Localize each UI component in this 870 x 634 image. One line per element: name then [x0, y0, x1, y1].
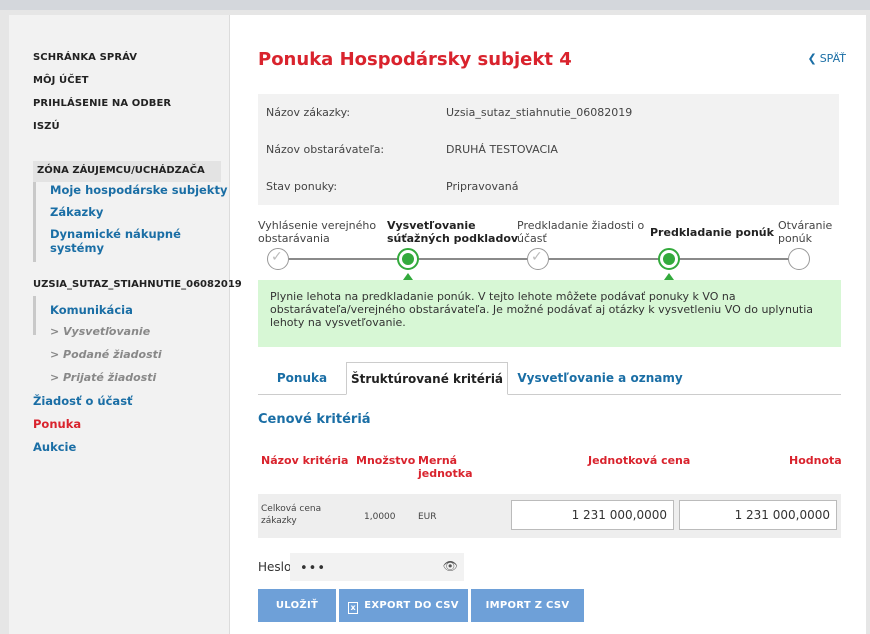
sidebar-link-account[interactable]: MÔJ ÚČET [33, 75, 89, 86]
page-title: Ponuka Hospodársky subjekt 4 [258, 49, 572, 70]
step-marker-icon [403, 273, 413, 280]
sidebar-subitem-clarification[interactable]: > Vysvetľovanie [50, 325, 150, 338]
password-label: Heslo [258, 560, 292, 574]
step-marker-icon [664, 273, 674, 280]
password-field[interactable]: ••• 👁 [290, 553, 464, 581]
unit-price-input[interactable]: 1 231 000,0000 [511, 500, 674, 530]
sidebar-link-inbox[interactable]: SCHRÁNKA SPRÁV [33, 52, 137, 63]
info-value: Pripravovaná [446, 180, 519, 193]
step-label: Vyhlásenie verejného obstarávania [258, 219, 377, 245]
criterion-name: Celková cena zákazky [261, 504, 322, 526]
file-excel-icon: x [348, 602, 359, 614]
eye-icon[interactable]: 👁 [443, 559, 458, 573]
tab-clarification-notices[interactable]: Vysvetľovanie a oznamy [510, 362, 690, 395]
tab-structured-criteria[interactable]: Štruktúrované kritériá [346, 362, 508, 395]
info-value: Uzsia_sutaz_stiahnutie_06082019 [446, 106, 633, 119]
step-label: Predkladanie ponúk [650, 226, 774, 239]
sidebar-item-communication[interactable]: Komunikácia [50, 303, 133, 317]
sidebar-item-contracts[interactable]: Zákazky [50, 205, 103, 219]
value-input[interactable]: 1 231 000,0000 [679, 500, 837, 530]
table-row: Celková cena zákazky 1,0000 EUR 1 231 000… [258, 494, 841, 538]
column-header-unit: Merná jednotka [418, 454, 473, 480]
section-title: Cenové kritériá [258, 412, 371, 427]
back-label: SPÄŤ [819, 52, 846, 65]
info-value: DRUHÁ TESTOVACIA [446, 143, 558, 156]
step-label: Vysvetľovanie súťažných podkladov [387, 219, 519, 245]
page-frame: SCHRÁNKA SPRÁV MÔJ ÚČET PRIHLÁSENIE NA O… [9, 15, 866, 634]
status-notice: Plynie lehota na predkladanie ponúk. V t… [258, 280, 841, 347]
step-label: Otváranie ponúk [778, 219, 833, 245]
column-header-value: Hodnota [789, 454, 842, 467]
tab-offer[interactable]: Ponuka [258, 362, 346, 395]
step-done-check-icon [527, 248, 549, 270]
step-label: Predkladanie žiadosti o účasť [517, 219, 645, 245]
column-header-quantity: Množstvo [356, 454, 416, 467]
column-header-unit-price: Jednotková cena [588, 454, 691, 467]
sidebar: SCHRÁNKA SPRÁV MÔJ ÚČET PRIHLÁSENIE NA O… [9, 15, 242, 634]
top-bar [0, 0, 870, 10]
info-row-contracting-authority: Názov obstarávateľa: DRUHÁ TESTOVACIA [258, 131, 839, 168]
info-label: Názov zákazky: [266, 106, 351, 119]
main-content: Ponuka Hospodársky subjekt 4 ❮ SPÄŤ Názov… [230, 15, 866, 634]
info-label: Názov obstarávateľa: [266, 143, 385, 156]
contract-header: UZSIA_SUTAZ_STIAHNUTIE_06082019 [33, 279, 242, 290]
step-done-check-icon [267, 248, 289, 270]
sidebar-subitem-accepted-requests[interactable]: > Prijaté žiadosti [50, 371, 156, 384]
sidebar-item-participation-request[interactable]: Žiadosť o účasť [33, 394, 133, 408]
back-link[interactable]: ❮ SPÄŤ [807, 52, 846, 65]
zone-header: ZÓNA ZÁUJEMCU/UCHÁDZAČA [33, 161, 221, 182]
save-button[interactable]: ULOŽIŤ [258, 589, 336, 622]
step-active-dot-icon [397, 248, 419, 270]
step-pending-circle-icon [788, 248, 810, 270]
criterion-unit: EUR [418, 512, 437, 522]
tab-bar: Ponuka Štruktúrované kritériá Vysvetľova… [258, 362, 841, 395]
export-label: EXPORT DO CSV [364, 600, 459, 611]
column-header-criterion: Názov kritéria [261, 454, 349, 467]
sidebar-subitem-submitted-requests[interactable]: > Podané žiadosti [50, 348, 162, 361]
export-csv-button[interactable]: x EXPORT DO CSV [339, 589, 468, 622]
sidebar-item-auctions[interactable]: Aukcie [33, 440, 76, 454]
sidebar-item-economic-subjects[interactable]: Moje hospodárske subjekty [50, 183, 227, 197]
info-row-offer-status: Stav ponuky: Pripravovaná [258, 168, 839, 205]
chevron-left-icon: ❮ [807, 52, 817, 65]
sidebar-item-offer[interactable]: Ponuka [33, 417, 81, 431]
sidebar-item-dynamic-systems[interactable]: Dynamické nákupné systémy [50, 227, 210, 255]
criterion-quantity: 1,0000 [364, 512, 396, 522]
sidebar-link-subscription[interactable]: PRIHLÁSENIE NA ODBER [33, 98, 171, 109]
step-active-dot-icon [658, 248, 680, 270]
sidebar-link-iszu[interactable]: ISZÚ [33, 121, 60, 132]
info-label: Stav ponuky: [266, 180, 338, 193]
import-csv-button[interactable]: IMPORT Z CSV [471, 589, 584, 622]
password-value: ••• [300, 561, 327, 576]
info-row-contract-name: Názov zákazky: Uzsia_sutaz_stiahnutie_06… [258, 94, 839, 131]
